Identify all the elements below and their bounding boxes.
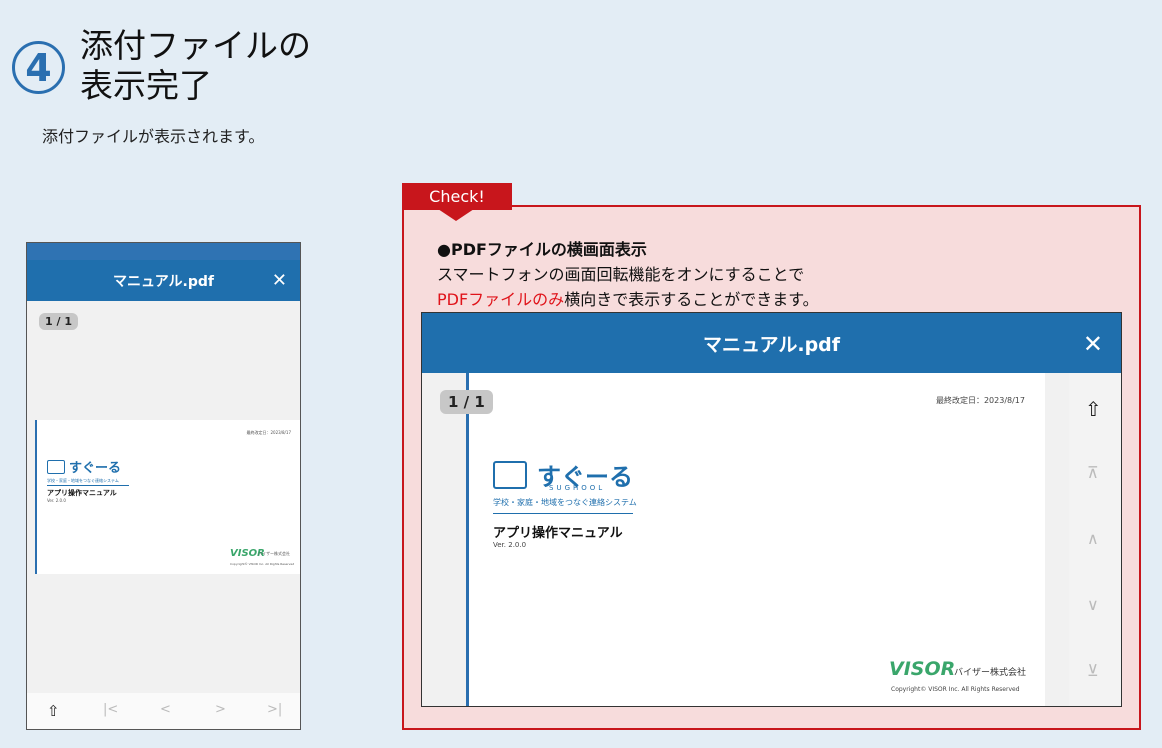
first-page-icon[interactable]: |< xyxy=(103,702,118,717)
logo-text: すぐーる xyxy=(69,461,122,476)
share-icon[interactable]: ⇧ xyxy=(1085,397,1102,421)
doc-date: 最終改定日：2023/8/17 xyxy=(935,396,1025,405)
viewer-header: マニュアル.pdf ✕ xyxy=(422,313,1121,373)
close-icon[interactable]: ✕ xyxy=(1083,330,1103,358)
phone-landscape-screenshot: マニュアル.pdf ✕ 最終改定日：2023/8/17 すぐーる SUGHOOL… xyxy=(421,312,1122,707)
divider xyxy=(47,485,129,486)
step-title-line1: 添付ファイルの xyxy=(80,26,311,65)
close-icon[interactable]: ✕ xyxy=(272,270,287,291)
last-page-icon[interactable]: ⊻ xyxy=(1087,661,1099,680)
viewer-title: マニュアル.pdf xyxy=(112,273,215,290)
check-line-2: PDFファイルのみ横向きで表示することができます。 xyxy=(437,286,819,310)
page-indicator: 1 / 1 xyxy=(39,313,78,330)
phone-portrait-screenshot: マニュアル.pdf ✕ 1 / 1 最終改定日：2023/8/17 すぐーる 学… xyxy=(26,242,301,730)
company-name: バイザー株式会社 xyxy=(954,668,1027,678)
check-line-2-rest: 横向きで表示することができます。 xyxy=(564,290,819,309)
visor-logo: VISOR xyxy=(889,658,956,680)
step-title: 添付ファイルの 表示完了 xyxy=(80,26,311,106)
check-heading: ●PDFファイルの横画面表示 xyxy=(437,240,647,259)
page-toolbar: ⇧ |< < > >| xyxy=(27,693,300,729)
check-tab-arrow xyxy=(438,209,474,221)
first-page-icon[interactable]: ⊼ xyxy=(1087,463,1099,482)
check-tab: Check! xyxy=(402,183,512,210)
doc-tagline: 学校・家庭・地域をつなぐ連絡システム xyxy=(47,478,119,483)
divider xyxy=(493,513,633,514)
next-page-icon[interactable]: > xyxy=(215,702,226,717)
next-page-icon[interactable]: ∨ xyxy=(1087,595,1099,614)
step-number-badge: 4 xyxy=(12,41,65,94)
pdf-page: 最終改定日：2023/8/17 すぐーる SUGHOOL 学校・家庭・地域をつな… xyxy=(466,373,1045,706)
school-logo-icon xyxy=(47,460,65,474)
step-title-line2: 表示完了 xyxy=(80,66,212,105)
doc-date: 最終改定日：2023/8/17 xyxy=(246,430,291,435)
check-line-1: スマートフォンの画面回転機能をオンにすることで xyxy=(437,265,805,284)
prev-page-icon[interactable]: ∧ xyxy=(1087,529,1099,548)
pdf-page: 最終改定日：2023/8/17 すぐーる 学校・家庭・地域をつなぐ連絡システム … xyxy=(35,420,300,574)
page-sidebar: ⇧ ⊼ ∧ ∨ ⊻ xyxy=(1069,373,1121,706)
prev-page-icon[interactable]: < xyxy=(160,702,171,717)
check-line-2-highlight: PDFファイルのみ xyxy=(437,290,565,309)
copyright: Copyright© VISOR Inc. All Rights Reserve… xyxy=(230,562,295,566)
page-indicator: 1 / 1 xyxy=(440,390,493,414)
company-name: バイザー株式会社 xyxy=(258,551,290,556)
doc-title: アプリ操作マニュアル xyxy=(47,489,117,497)
doc-version: Ver. 2.0.0 xyxy=(493,541,527,549)
last-page-icon[interactable]: >| xyxy=(267,702,282,717)
viewer-header: マニュアル.pdf ✕ xyxy=(27,260,300,301)
doc-title: アプリ操作マニュアル xyxy=(493,526,623,541)
doc-version: Ver. 2.0.0 xyxy=(47,498,66,503)
share-icon[interactable]: ⇧ xyxy=(47,702,60,720)
copyright: Copyright© VISOR Inc. All Rights Reserve… xyxy=(891,686,1020,693)
school-logo-icon xyxy=(493,461,527,489)
step-description: 添付ファイルが表示されます。 xyxy=(42,127,265,146)
viewer-title: マニュアル.pdf xyxy=(702,333,841,356)
logo-sub: SUGHOOL xyxy=(549,484,606,492)
doc-tagline: 学校・家庭・地域をつなぐ連絡システム xyxy=(493,498,637,507)
status-bar xyxy=(27,243,300,260)
